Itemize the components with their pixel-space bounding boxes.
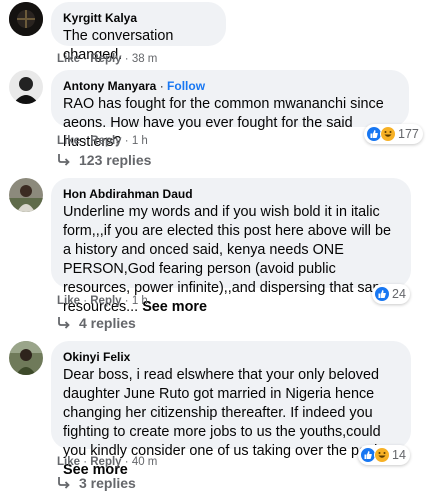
avatar[interactable] [9,2,43,36]
author-name[interactable]: Hon Abdirahman Daud [63,186,399,202]
comment-actions: Like · Reply · 40 m [57,455,157,469]
reply-button[interactable]: Reply [90,53,121,65]
separator-dot: · [124,295,132,307]
comment-actions: Like · Reply · 1 h [57,294,148,308]
replies-count: 123 replies [79,152,152,168]
like-icon [374,286,390,302]
reply-arrow-icon [58,477,70,489]
timestamp[interactable]: 40 m [132,456,158,468]
view-replies-link[interactable]: 123 replies [57,152,151,168]
avatar[interactable] [9,341,43,375]
reply-button[interactable]: Reply [90,135,121,147]
reply-arrow-icon [58,154,70,166]
separator-dot: · [159,79,168,93]
haha-icon [380,126,396,142]
like-button[interactable]: Like [57,53,80,65]
reply-arrow-icon [58,317,70,329]
view-replies-link[interactable]: 3 replies [57,475,136,491]
reaction-summary[interactable]: 14 [358,445,410,465]
comment-actions: Like · Reply · 38 m [57,52,157,66]
like-button[interactable]: Like [57,456,80,468]
reply-button[interactable]: Reply [90,295,121,307]
comment-bubble: Antony Manyara · Follow RAO has fought f… [51,70,409,150]
avatar[interactable] [9,178,43,212]
haha-icon [374,447,390,463]
reaction-count: 14 [392,448,406,462]
reaction-summary[interactable]: 24 [372,284,410,304]
reaction-count: 24 [392,287,406,301]
replies-count: 4 replies [79,315,136,331]
timestamp[interactable]: 1 h [132,135,148,147]
view-replies-link[interactable]: 4 replies [57,315,136,331]
author-name[interactable]: Okinyi Felix [63,349,399,365]
reaction-count: 177 [398,127,419,141]
separator-dot: · [124,53,132,65]
comment-bubble: Hon Abdirahman Daud Underline my words a… [51,178,411,315]
timestamp[interactable]: 38 m [132,53,158,65]
comment-actions: Like · Reply · 1 h [57,134,148,148]
separator-dot: · [124,456,132,468]
comment-text: Dear boss, i read elswhere that your onl… [63,367,394,459]
author-name[interactable]: Kyrgitt Kalya [63,10,214,26]
author-name[interactable]: Antony Manyara [63,79,156,93]
follow-button[interactable]: Follow [167,79,205,93]
comment-bubble: Okinyi Felix Dear boss, i read elswhere … [51,341,411,478]
comment-bubble: Kyrgitt Kalya The conversation changed. [51,2,226,63]
timestamp[interactable]: 1 h [132,295,148,307]
separator-dot: · [124,135,132,147]
reply-button[interactable]: Reply [90,456,121,468]
author-row: Antony Manyara · Follow [63,78,397,94]
avatar[interactable] [9,70,43,104]
reaction-summary[interactable]: 177 [364,124,423,144]
see-more-link[interactable]: See more [142,299,207,315]
like-button[interactable]: Like [57,295,80,307]
replies-count: 3 replies [79,475,136,491]
like-button[interactable]: Like [57,135,80,147]
